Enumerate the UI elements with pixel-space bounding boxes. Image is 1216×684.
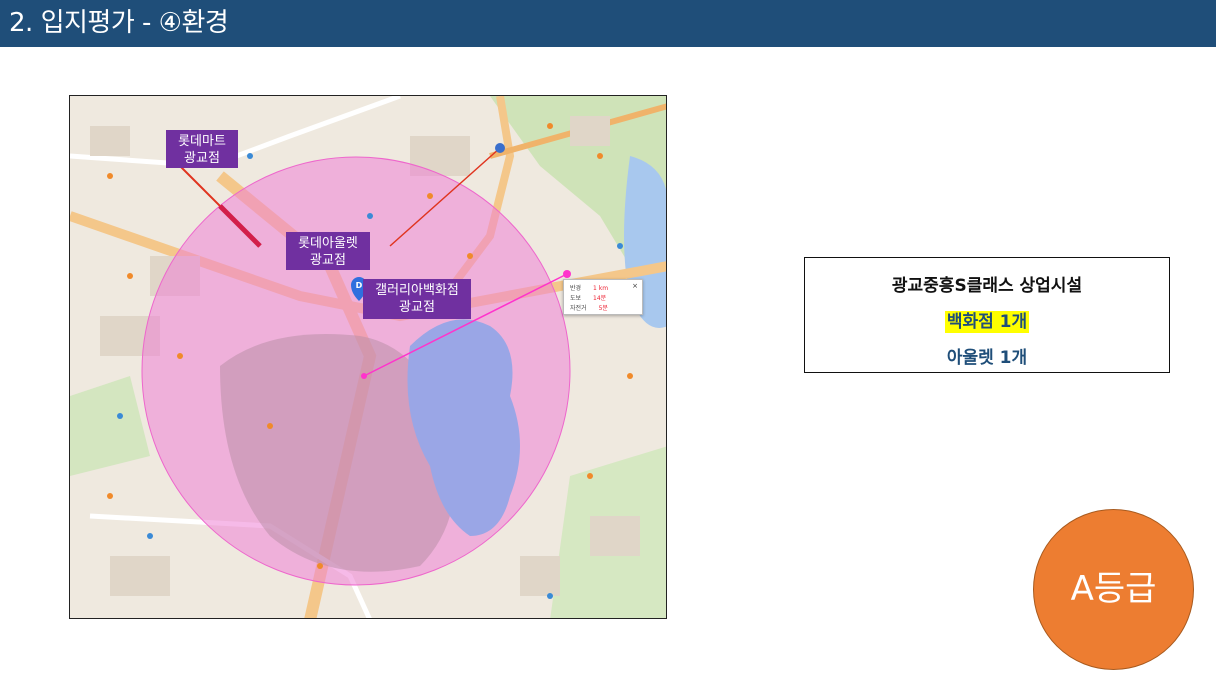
map-pin-icon[interactable]: D (351, 281, 367, 290)
popup-row: 반경 1 km (570, 283, 608, 292)
map-base (70, 96, 666, 618)
outlet-count: 아울렛 1개 (946, 348, 1028, 368)
galleria-label-line1: 갤러리아백화점 (375, 283, 459, 298)
galleria-label-line2: 광교점 (399, 300, 435, 315)
popup-row: 자전거 5분 (570, 303, 608, 312)
popup-key: 자전거 (570, 305, 587, 312)
popup-row: 도보 14분 (570, 293, 606, 302)
popup-value: 14분 (593, 295, 607, 302)
slide-header: 2. 입지평가 - ④환경 (0, 0, 1216, 47)
department-store-count: 백화점 1개 (805, 307, 1169, 333)
infobox-title: 광교중흥S클래스 상업시설 (891, 276, 1083, 296)
department-store-highlight: 백화점 1개 (944, 311, 1030, 333)
grade-badge: A등급 (1033, 509, 1194, 670)
lotte-outlet-label-line1: 롯데아울렛 (298, 236, 358, 251)
lotte-mart-label-line1: 롯데마트 (178, 134, 226, 149)
galleria-label: 갤러리아백화점 광교점 (363, 279, 471, 319)
page-title: 2. 입지평가 - ④환경 (9, 8, 229, 38)
lotte-mart-label-line2: 광교점 (184, 151, 220, 166)
close-icon[interactable]: × (632, 282, 638, 290)
radius-popup: 반경 1 km 도보 14분 자전거 5분 × (563, 279, 643, 315)
lotte-outlet-label-line2: 광교점 (310, 253, 346, 268)
popup-value: 1 km (593, 285, 609, 292)
location-map[interactable]: 롯데마트 광교점 롯데아울렛 광교점 갤러리아백화점 광교점 D 반경 1 km … (69, 95, 667, 619)
lotte-mart-label: 롯데마트 광교점 (166, 130, 238, 168)
lotte-outlet-label: 롯데아울렛 광교점 (286, 232, 370, 270)
popup-key: 도보 (570, 295, 582, 302)
popup-value: 5분 (598, 305, 608, 312)
popup-key: 반경 (570, 285, 582, 292)
commercial-facility-box: 광교중흥S클래스 상업시설 백화점 1개 아울렛 1개 (804, 257, 1170, 373)
